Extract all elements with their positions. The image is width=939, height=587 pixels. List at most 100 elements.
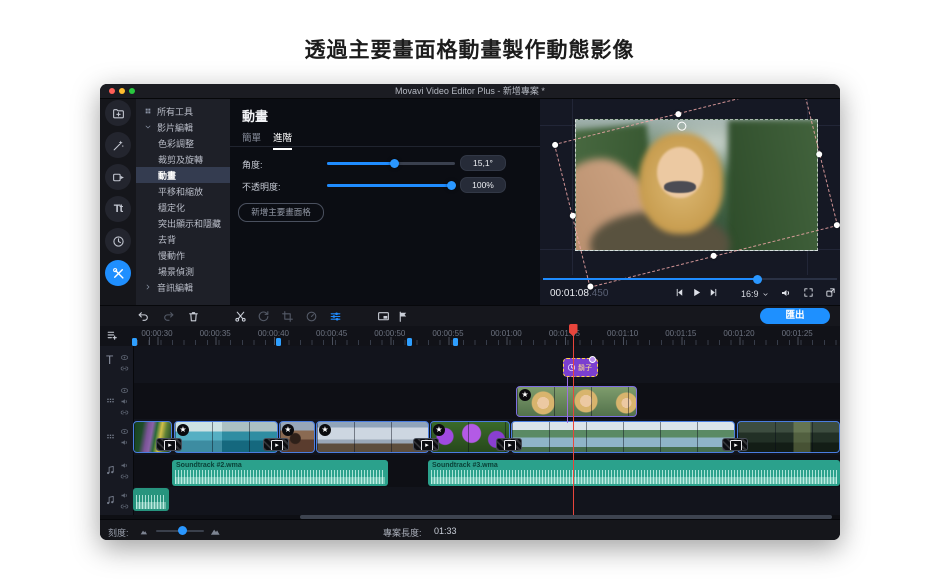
tab-advanced[interactable]: 進階 bbox=[273, 130, 292, 150]
tool-item-1[interactable]: 裁剪及旋轉 bbox=[136, 151, 230, 167]
detach-window-button[interactable] bbox=[825, 287, 836, 298]
previous-frame-button[interactable] bbox=[674, 287, 685, 298]
add-track-button[interactable] bbox=[106, 329, 119, 342]
transition-clip[interactable]: ▸ bbox=[156, 438, 182, 451]
timeline-marker[interactable] bbox=[407, 338, 412, 346]
eye-icon[interactable] bbox=[120, 386, 129, 395]
redo-button[interactable] bbox=[162, 310, 175, 323]
ruler-label: 00:01:20 bbox=[723, 329, 754, 338]
tools-group-audio-editing[interactable]: 音訊編輯 bbox=[136, 279, 230, 295]
scrollbar-thumb[interactable] bbox=[300, 515, 832, 519]
add-keyframe-button[interactable]: 新增主要畫面格 bbox=[238, 203, 324, 222]
zoom-in-mountain-icon[interactable] bbox=[210, 526, 221, 537]
overlay-button[interactable] bbox=[377, 310, 390, 323]
tool-item-7[interactable]: 慢動作 bbox=[136, 247, 230, 263]
export-button[interactable]: 匯出 bbox=[760, 308, 830, 324]
aspect-ratio-dropdown[interactable]: 16:9 bbox=[741, 289, 769, 299]
overlay-clip[interactable]: ★ bbox=[516, 386, 637, 417]
audio-track-2[interactable] bbox=[133, 487, 840, 515]
zoom-out-mountain-icon[interactable] bbox=[140, 528, 148, 536]
opacity-slider[interactable] bbox=[327, 184, 455, 187]
speaker-icon[interactable] bbox=[120, 438, 129, 447]
tools-all-tools[interactable]: 所有工具 bbox=[136, 103, 230, 119]
timeline-marker[interactable] bbox=[132, 338, 137, 346]
tool-item-4[interactable]: 穩定化 bbox=[136, 199, 230, 215]
delete-button[interactable] bbox=[187, 310, 200, 323]
tool-item-3[interactable]: 平移和縮放 bbox=[136, 183, 230, 199]
transitions-button[interactable] bbox=[105, 164, 131, 190]
undo-button[interactable] bbox=[137, 310, 150, 323]
transition-clip[interactable]: ▸ bbox=[413, 438, 439, 451]
tool-item-2[interactable]: 動畫 bbox=[136, 167, 230, 183]
minimize-window-button[interactable] bbox=[119, 88, 125, 94]
tool-item-8[interactable]: 場景偵測 bbox=[136, 263, 230, 279]
video-clip-lake[interactable] bbox=[511, 421, 735, 453]
eye-icon[interactable] bbox=[120, 353, 129, 362]
speaker-icon[interactable] bbox=[120, 491, 129, 500]
play-button[interactable] bbox=[691, 287, 702, 298]
angle-slider-handle[interactable] bbox=[390, 159, 399, 168]
preview-seek-bar[interactable] bbox=[543, 278, 837, 280]
clock-tool-button[interactable] bbox=[105, 228, 131, 254]
marker-button[interactable] bbox=[397, 310, 410, 323]
speed-button[interactable] bbox=[305, 310, 318, 323]
audio-clip[interactable] bbox=[133, 488, 169, 511]
overlay-track[interactable] bbox=[133, 383, 840, 419]
split-button[interactable] bbox=[234, 310, 247, 323]
angle-slider[interactable] bbox=[327, 162, 455, 165]
transform-handle[interactable] bbox=[833, 221, 840, 228]
transform-handle[interactable] bbox=[551, 141, 558, 148]
audio-clip[interactable]: Soundtrack #3.wma bbox=[428, 460, 840, 486]
clip-properties-button[interactable] bbox=[329, 310, 342, 323]
transform-handle[interactable] bbox=[569, 212, 576, 219]
transform-handle[interactable] bbox=[675, 111, 682, 118]
keyframe-dot[interactable] bbox=[589, 356, 596, 363]
close-window-button[interactable] bbox=[109, 88, 115, 94]
speaker-icon[interactable] bbox=[120, 397, 129, 406]
link-icon[interactable] bbox=[120, 364, 129, 373]
audio-clip[interactable]: Soundtrack #2.wma bbox=[172, 460, 388, 486]
filters-button[interactable] bbox=[105, 132, 131, 158]
tool-item-5[interactable]: 突出顯示和隱藏 bbox=[136, 215, 230, 231]
angle-value[interactable]: 15,1° bbox=[460, 155, 506, 171]
video-clip-peaks[interactable] bbox=[737, 421, 840, 453]
next-frame-button[interactable] bbox=[708, 287, 719, 298]
timeline-marker[interactable] bbox=[276, 338, 281, 346]
rotate-handle[interactable] bbox=[676, 121, 687, 132]
transition-clip[interactable]: ▸ bbox=[496, 438, 522, 451]
more-tools-button[interactable] bbox=[105, 260, 131, 286]
audio-track-1-header[interactable] bbox=[100, 455, 133, 487]
sticker-clip-selected[interactable]: 鬍子 bbox=[563, 358, 598, 377]
speaker-icon[interactable] bbox=[120, 461, 129, 470]
volume-button[interactable] bbox=[780, 287, 792, 299]
timeline-zoom-handle[interactable] bbox=[178, 526, 187, 535]
video-track-header[interactable] bbox=[100, 419, 133, 455]
tab-simple[interactable]: 簡單 bbox=[242, 130, 261, 148]
playhead[interactable] bbox=[569, 324, 578, 336]
transform-handle[interactable] bbox=[710, 252, 717, 259]
maximize-window-button[interactable] bbox=[129, 88, 135, 94]
titles-track[interactable] bbox=[133, 346, 840, 383]
opacity-slider-handle[interactable] bbox=[447, 181, 456, 190]
fullscreen-button[interactable] bbox=[803, 287, 814, 298]
opacity-value[interactable]: 100% bbox=[460, 177, 506, 193]
transition-clip[interactable]: ▸ bbox=[263, 438, 289, 451]
tool-item-0[interactable]: 色彩調整 bbox=[136, 135, 230, 151]
import-media-button[interactable] bbox=[105, 100, 131, 126]
timeline-ruler[interactable]: 00:00:3000:00:3500:00:4000:00:4500:00:50… bbox=[100, 326, 840, 346]
audio-track-2-header[interactable] bbox=[100, 487, 133, 515]
transform-handle[interactable] bbox=[816, 151, 823, 158]
eye-icon[interactable] bbox=[120, 427, 129, 436]
link-icon[interactable] bbox=[120, 502, 129, 511]
link-icon[interactable] bbox=[120, 408, 129, 417]
titles-track-header[interactable]: T bbox=[100, 346, 133, 383]
tool-item-6[interactable]: 去背 bbox=[136, 231, 230, 247]
overlay-track-header[interactable] bbox=[100, 383, 133, 419]
titles-button[interactable]: Tt bbox=[105, 196, 131, 222]
rotate-button[interactable] bbox=[257, 310, 270, 323]
crop-button[interactable] bbox=[281, 310, 294, 323]
timeline-marker[interactable] bbox=[453, 338, 458, 346]
tools-group-video-editing[interactable]: 影片編輯 bbox=[136, 119, 230, 135]
transition-clip[interactable]: ▸ bbox=[722, 438, 748, 451]
link-icon[interactable] bbox=[120, 472, 129, 481]
